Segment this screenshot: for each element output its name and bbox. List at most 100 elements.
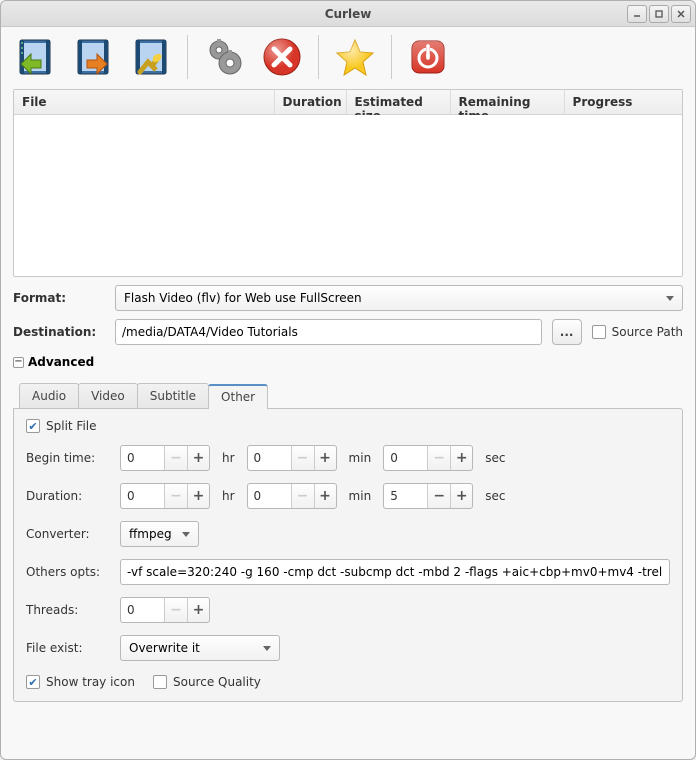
col-file[interactable]: File <box>14 90 275 114</box>
expander-icon: − <box>13 357 24 368</box>
duration-row: Duration: 0−+ hr 0−+ min 5−+ sec <box>26 483 670 509</box>
spin-up[interactable]: + <box>450 446 472 470</box>
unit-min: min <box>345 489 376 503</box>
spin-down[interactable]: − <box>428 446 450 470</box>
tab-subtitle[interactable]: Subtitle <box>137 383 209 408</box>
app-window: Curlew <box>0 0 696 760</box>
unit-hr: hr <box>218 489 239 503</box>
format-label: Format: <box>13 291 105 305</box>
destination-row: Destination: ... Source Path <box>13 319 683 345</box>
others-opts-input[interactable] <box>127 565 663 579</box>
close-button[interactable] <box>671 5 691 23</box>
source-quality-label: Source Quality <box>173 675 261 689</box>
spin-down[interactable]: − <box>292 484 314 508</box>
destination-label: Destination: <box>13 325 105 339</box>
file-exist-row: File exist: Overwrite it <box>26 635 670 661</box>
advanced-label: Advanced <box>28 355 94 369</box>
maximize-button[interactable] <box>649 5 669 23</box>
file-exist-select[interactable]: Overwrite it <box>120 635 280 661</box>
unit-sec: sec <box>481 451 509 465</box>
spin-up[interactable]: + <box>187 446 209 470</box>
threads-label: Threads: <box>26 603 112 617</box>
file-exist-label: File exist: <box>26 641 112 655</box>
other-tab-panel: Split File Begin time: 0−+ hr 0−+ min 0−… <box>13 408 683 702</box>
source-quality-checkbox[interactable]: Source Quality <box>153 675 261 689</box>
converter-row: Converter: ffmpeg <box>26 521 670 547</box>
begin-time-row: Begin time: 0−+ hr 0−+ min 0−+ sec <box>26 445 670 471</box>
favorites-button[interactable] <box>333 35 377 79</box>
begin-time-label: Begin time: <box>26 451 112 465</box>
col-estimated[interactable]: Estimated size <box>347 90 451 114</box>
titlebar: Curlew <box>1 1 695 27</box>
source-path-checkbox[interactable]: Source Path <box>592 325 683 339</box>
threads-spin[interactable]: 0−+ <box>120 597 210 623</box>
spin-up[interactable]: + <box>187 484 209 508</box>
show-tray-checkbox[interactable]: Show tray icon <box>26 675 135 689</box>
advanced-expander[interactable]: − Advanced <box>13 353 683 371</box>
convert-button[interactable] <box>202 35 246 79</box>
split-file-checkbox[interactable]: Split File <box>26 419 670 433</box>
spin-down[interactable]: − <box>428 484 450 508</box>
col-progress[interactable]: Progress <box>565 90 682 114</box>
quit-button[interactable] <box>406 35 450 79</box>
spin-up[interactable]: + <box>450 484 472 508</box>
source-path-label: Source Path <box>612 325 683 339</box>
tab-video[interactable]: Video <box>78 383 138 408</box>
unit-hr: hr <box>218 451 239 465</box>
spin-down[interactable]: − <box>165 484 187 508</box>
table-body[interactable] <box>14 115 682 276</box>
col-duration[interactable]: Duration <box>275 90 347 114</box>
advanced-section: Audio Video Subtitle Other Split File Be… <box>13 379 683 702</box>
file-table[interactable]: File Duration Estimated size Remaining t… <box>13 89 683 277</box>
browse-button[interactable]: ... <box>552 319 582 345</box>
format-value: Flash Video (flv) for Web use FullScreen <box>124 291 362 305</box>
spin-up[interactable]: + <box>314 484 336 508</box>
unit-sec: sec <box>481 489 509 503</box>
dur-hr-spin[interactable]: 0−+ <box>120 483 210 509</box>
show-tray-label: Show tray icon <box>46 675 135 689</box>
main-content: File Duration Estimated size Remaining t… <box>1 89 695 759</box>
tabs: Audio Video Subtitle Other <box>19 383 683 408</box>
window-controls <box>627 5 691 23</box>
dur-sec-spin[interactable]: 5−+ <box>383 483 473 509</box>
toolbar <box>1 27 695 89</box>
toolbar-separator <box>391 35 392 79</box>
destination-input-wrap <box>115 319 542 345</box>
checkbox-box <box>26 675 40 689</box>
clear-list-button[interactable] <box>129 35 173 79</box>
format-row: Format: Flash Video (flv) for Web use Fu… <box>13 285 683 311</box>
spin-up[interactable]: + <box>187 598 209 622</box>
col-remaining[interactable]: Remaining time <box>451 90 565 114</box>
chevron-down-icon <box>182 532 190 537</box>
unit-min: min <box>345 451 376 465</box>
converter-select[interactable]: ffmpeg <box>120 521 199 547</box>
tab-audio[interactable]: Audio <box>19 383 79 408</box>
begin-hr-spin[interactable]: 0−+ <box>120 445 210 471</box>
minimize-button[interactable] <box>627 5 647 23</box>
bottom-checks-row: Show tray icon Source Quality <box>26 673 670 689</box>
spin-down[interactable]: − <box>292 446 314 470</box>
chevron-down-icon <box>666 296 674 301</box>
destination-input[interactable] <box>122 325 535 339</box>
begin-min-spin[interactable]: 0−+ <box>247 445 337 471</box>
remove-file-button[interactable] <box>71 35 115 79</box>
split-file-label: Split File <box>46 419 97 433</box>
spin-down[interactable]: − <box>165 446 187 470</box>
duration-label: Duration: <box>26 489 112 503</box>
dur-min-spin[interactable]: 0−+ <box>247 483 337 509</box>
add-file-button[interactable] <box>13 35 57 79</box>
spin-up[interactable]: + <box>314 446 336 470</box>
table-header: File Duration Estimated size Remaining t… <box>14 90 682 115</box>
checkbox-box <box>153 675 167 689</box>
others-opts-row: Others opts: <box>26 559 670 585</box>
toolbar-separator <box>187 35 188 79</box>
converter-label: Converter: <box>26 527 112 541</box>
toolbar-separator <box>318 35 319 79</box>
spin-down[interactable]: − <box>165 598 187 622</box>
begin-sec-spin[interactable]: 0−+ <box>383 445 473 471</box>
window-title: Curlew <box>1 7 695 21</box>
stop-button[interactable] <box>260 35 304 79</box>
format-combo[interactable]: Flash Video (flv) for Web use FullScreen <box>115 285 683 311</box>
threads-row: Threads: 0−+ <box>26 597 670 623</box>
tab-other[interactable]: Other <box>208 384 268 409</box>
